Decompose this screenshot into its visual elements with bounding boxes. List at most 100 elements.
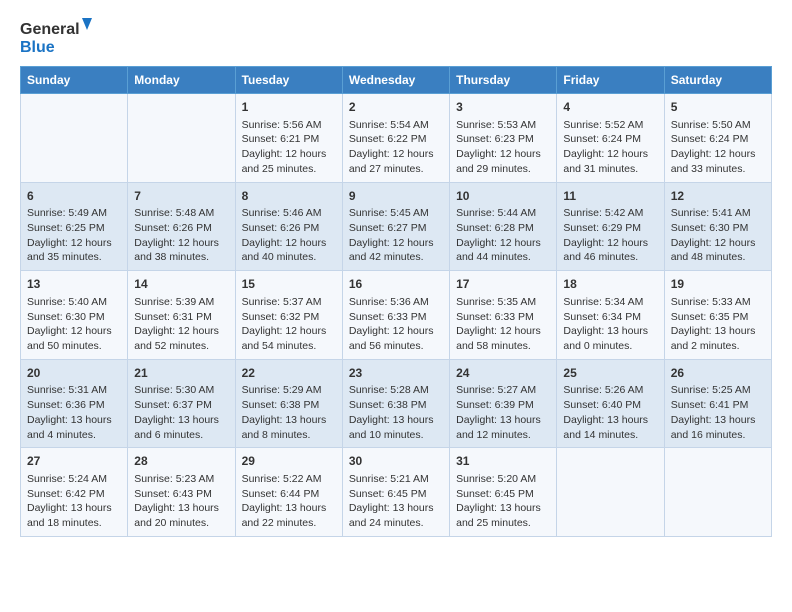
day-info: Sunrise: 5:53 AM Sunset: 6:23 PM Dayligh… xyxy=(456,118,550,177)
day-number: 3 xyxy=(456,99,550,116)
day-number: 7 xyxy=(134,188,228,205)
day-number: 17 xyxy=(456,276,550,293)
header-row: SundayMondayTuesdayWednesdayThursdayFrid… xyxy=(21,67,772,94)
day-info: Sunrise: 5:46 AM Sunset: 6:26 PM Dayligh… xyxy=(242,206,336,265)
day-info: Sunrise: 5:29 AM Sunset: 6:38 PM Dayligh… xyxy=(242,383,336,442)
header-day-thursday: Thursday xyxy=(450,67,557,94)
day-number: 30 xyxy=(349,453,443,470)
logo-svg: GeneralBlue xyxy=(20,16,100,56)
day-info: Sunrise: 5:35 AM Sunset: 6:33 PM Dayligh… xyxy=(456,295,550,354)
day-info: Sunrise: 5:25 AM Sunset: 6:41 PM Dayligh… xyxy=(671,383,765,442)
calendar-cell: 9Sunrise: 5:45 AM Sunset: 6:27 PM Daylig… xyxy=(342,182,449,271)
calendar-cell: 22Sunrise: 5:29 AM Sunset: 6:38 PM Dayli… xyxy=(235,359,342,448)
day-number: 16 xyxy=(349,276,443,293)
calendar-cell xyxy=(664,448,771,537)
day-info: Sunrise: 5:28 AM Sunset: 6:38 PM Dayligh… xyxy=(349,383,443,442)
header-day-monday: Monday xyxy=(128,67,235,94)
calendar-cell: 26Sunrise: 5:25 AM Sunset: 6:41 PM Dayli… xyxy=(664,359,771,448)
week-row-4: 20Sunrise: 5:31 AM Sunset: 6:36 PM Dayli… xyxy=(21,359,772,448)
day-number: 12 xyxy=(671,188,765,205)
calendar-cell: 31 Sunrise: 5:20 AM Sunset: 6:45 PM Dayli… xyxy=(450,448,557,537)
day-number: 26 xyxy=(671,365,765,382)
calendar-cell: 21Sunrise: 5:30 AM Sunset: 6:37 PM Dayli… xyxy=(128,359,235,448)
day-info: Sunrise: 5:26 AM Sunset: 6:40 PM Dayligh… xyxy=(563,383,657,442)
calendar-cell: 15 Sunrise: 5:37 AM Sunset: 6:32 PM Dayli… xyxy=(235,271,342,360)
calendar-cell: 7Sunrise: 5:48 AM Sunset: 6:26 PM Daylig… xyxy=(128,182,235,271)
day-info: Sunrise: 5:42 AM Sunset: 6:29 PM Dayligh… xyxy=(563,206,657,265)
calendar-cell: 28 Sunrise: 5:23 AM Sunset: 6:43 PM Dayli… xyxy=(128,448,235,537)
header-day-friday: Friday xyxy=(557,67,664,94)
day-number: 28 xyxy=(134,453,228,470)
calendar-cell xyxy=(557,448,664,537)
calendar-cell xyxy=(21,94,128,183)
calendar-cell: 16 Sunrise: 5:36 AM Sunset: 6:33 PM Dayli… xyxy=(342,271,449,360)
week-row-5: 27 Sunrise: 5:24 AM Sunset: 6:42 PM Dayli… xyxy=(21,448,772,537)
calendar-cell: 24Sunrise: 5:27 AM Sunset: 6:39 PM Dayli… xyxy=(450,359,557,448)
day-info: Sunrise: 5:30 AM Sunset: 6:37 PM Dayligh… xyxy=(134,383,228,442)
day-info: Sunrise: 5:48 AM Sunset: 6:26 PM Dayligh… xyxy=(134,206,228,265)
calendar-cell: 23Sunrise: 5:28 AM Sunset: 6:38 PM Dayli… xyxy=(342,359,449,448)
day-number: 22 xyxy=(242,365,336,382)
calendar-cell: 13Sunrise: 5:40 AM Sunset: 6:30 PM Dayli… xyxy=(21,271,128,360)
calendar-cell: 25Sunrise: 5:26 AM Sunset: 6:40 PM Dayli… xyxy=(557,359,664,448)
day-number: 31 xyxy=(456,453,550,470)
day-number: 19 xyxy=(671,276,765,293)
day-number: 23 xyxy=(349,365,443,382)
day-info: Sunrise: 5:22 AM Sunset: 6:44 PM Dayligh… xyxy=(242,472,336,531)
day-info: Sunrise: 5:39 AM Sunset: 6:31 PM Dayligh… xyxy=(134,295,228,354)
day-number: 4 xyxy=(563,99,657,116)
day-info: Sunrise: 5:23 AM Sunset: 6:43 PM Dayligh… xyxy=(134,472,228,531)
day-number: 2 xyxy=(349,99,443,116)
header-day-sunday: Sunday xyxy=(21,67,128,94)
day-number: 15 xyxy=(242,276,336,293)
svg-text:Blue: Blue xyxy=(20,39,55,56)
day-info: Sunrise: 5:44 AM Sunset: 6:28 PM Dayligh… xyxy=(456,206,550,265)
calendar-cell: 20Sunrise: 5:31 AM Sunset: 6:36 PM Dayli… xyxy=(21,359,128,448)
day-info: Sunrise: 5:52 AM Sunset: 6:24 PM Dayligh… xyxy=(563,118,657,177)
header-day-saturday: Saturday xyxy=(664,67,771,94)
calendar-cell: 30 Sunrise: 5:21 AM Sunset: 6:45 PM Dayli… xyxy=(342,448,449,537)
calendar-cell: 29 Sunrise: 5:22 AM Sunset: 6:44 PM Dayli… xyxy=(235,448,342,537)
calendar-cell: 8Sunrise: 5:46 AM Sunset: 6:26 PM Daylig… xyxy=(235,182,342,271)
day-number: 14 xyxy=(134,276,228,293)
day-info: Sunrise: 5:21 AM Sunset: 6:45 PM Dayligh… xyxy=(349,472,443,531)
day-info: Sunrise: 5:37 AM Sunset: 6:32 PM Dayligh… xyxy=(242,295,336,354)
day-info: Sunrise: 5:31 AM Sunset: 6:36 PM Dayligh… xyxy=(27,383,121,442)
calendar-cell: 1 Sunrise: 5:56 AM Sunset: 6:21 PM Daylig… xyxy=(235,94,342,183)
calendar-cell: 12Sunrise: 5:41 AM Sunset: 6:30 PM Dayli… xyxy=(664,182,771,271)
day-number: 11 xyxy=(563,188,657,205)
calendar-cell: 10Sunrise: 5:44 AM Sunset: 6:28 PM Dayli… xyxy=(450,182,557,271)
day-info: Sunrise: 5:36 AM Sunset: 6:33 PM Dayligh… xyxy=(349,295,443,354)
day-number: 5 xyxy=(671,99,765,116)
week-row-3: 13Sunrise: 5:40 AM Sunset: 6:30 PM Dayli… xyxy=(21,271,772,360)
day-number: 18 xyxy=(563,276,657,293)
day-info: Sunrise: 5:54 AM Sunset: 6:22 PM Dayligh… xyxy=(349,118,443,177)
calendar-cell: 2 Sunrise: 5:54 AM Sunset: 6:22 PM Daylig… xyxy=(342,94,449,183)
calendar-cell: 3 Sunrise: 5:53 AM Sunset: 6:23 PM Daylig… xyxy=(450,94,557,183)
day-number: 20 xyxy=(27,365,121,382)
day-info: Sunrise: 5:20 AM Sunset: 6:45 PM Dayligh… xyxy=(456,472,550,531)
day-info: Sunrise: 5:24 AM Sunset: 6:42 PM Dayligh… xyxy=(27,472,121,531)
calendar-cell: 4 Sunrise: 5:52 AM Sunset: 6:24 PM Daylig… xyxy=(557,94,664,183)
day-info: Sunrise: 5:56 AM Sunset: 6:21 PM Dayligh… xyxy=(242,118,336,177)
week-row-1: 1 Sunrise: 5:56 AM Sunset: 6:21 PM Daylig… xyxy=(21,94,772,183)
day-number: 9 xyxy=(349,188,443,205)
calendar-cell: 11Sunrise: 5:42 AM Sunset: 6:29 PM Dayli… xyxy=(557,182,664,271)
day-number: 1 xyxy=(242,99,336,116)
day-info: Sunrise: 5:41 AM Sunset: 6:30 PM Dayligh… xyxy=(671,206,765,265)
day-number: 27 xyxy=(27,453,121,470)
calendar-table: SundayMondayTuesdayWednesdayThursdayFrid… xyxy=(20,66,772,537)
svg-text:General: General xyxy=(20,21,80,38)
day-info: Sunrise: 5:27 AM Sunset: 6:39 PM Dayligh… xyxy=(456,383,550,442)
calendar-cell: 18Sunrise: 5:34 AM Sunset: 6:34 PM Dayli… xyxy=(557,271,664,360)
header-day-tuesday: Tuesday xyxy=(235,67,342,94)
page-header: GeneralBlue xyxy=(20,16,772,56)
day-number: 25 xyxy=(563,365,657,382)
day-number: 29 xyxy=(242,453,336,470)
calendar-cell: 27 Sunrise: 5:24 AM Sunset: 6:42 PM Dayli… xyxy=(21,448,128,537)
day-number: 21 xyxy=(134,365,228,382)
logo: GeneralBlue xyxy=(20,16,100,56)
calendar-cell: 17 Sunrise: 5:35 AM Sunset: 6:33 PM Dayli… xyxy=(450,271,557,360)
calendar-cell: 14 Sunrise: 5:39 AM Sunset: 6:31 PM Dayli… xyxy=(128,271,235,360)
header-day-wednesday: Wednesday xyxy=(342,67,449,94)
